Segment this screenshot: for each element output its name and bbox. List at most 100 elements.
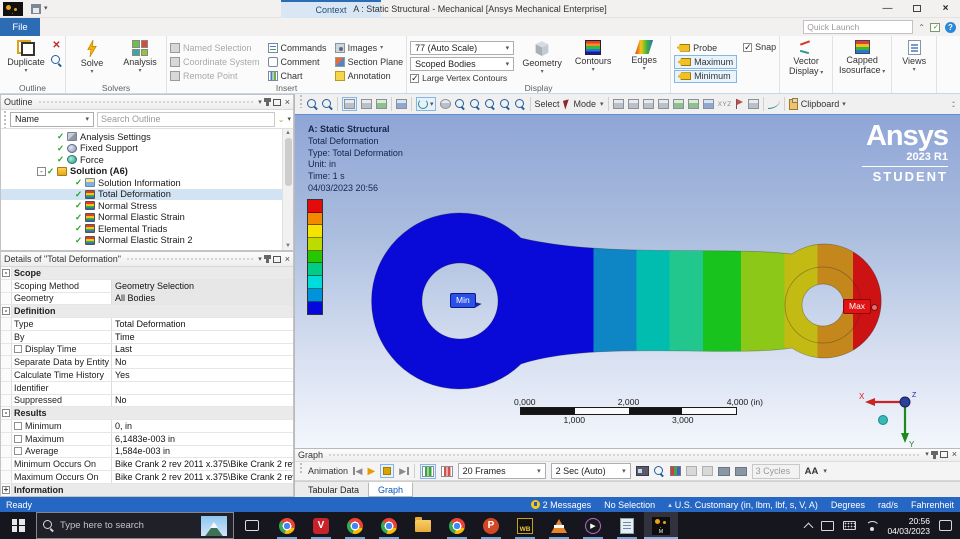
details-section-toggle[interactable] <box>1 330 12 343</box>
expand-graph-icon[interactable] <box>717 466 730 476</box>
probe-flag-icon[interactable] <box>735 99 744 109</box>
cycles-input[interactable] <box>751 463 800 479</box>
wifi-icon[interactable] <box>865 521 878 531</box>
help-icon[interactable]: ? <box>945 21 956 33</box>
remote-point-button[interactable]: Remote Point <box>170 69 260 82</box>
details-row[interactable]: Average 1,584e-003 in <box>1 445 293 459</box>
contours-button[interactable]: Contours ▾ <box>570 38 616 83</box>
feedback-icon[interactable] <box>930 22 940 32</box>
taskbar-app-chrome-2[interactable] <box>338 512 372 539</box>
duplicate-button[interactable]: Duplicate ▾ <box>3 38 49 83</box>
select-element-face-icon[interactable] <box>702 99 714 109</box>
details-value[interactable] <box>66 484 294 496</box>
details-checkbox[interactable] <box>14 345 22 354</box>
result-scale-select[interactable]: 77 (Auto Scale) ▾ <box>410 41 515 55</box>
details-checkbox[interactable] <box>14 434 22 443</box>
weather-widget-icon[interactable] <box>201 515 227 536</box>
details-row[interactable]: Minimum Occurs On Bike Crank 2 rev 2011 … <box>1 458 293 471</box>
outline-tree-item[interactable]: Normal Elastic Strain <box>1 212 293 224</box>
details-section-toggle[interactable]: - <box>1 305 12 317</box>
start-button[interactable] <box>0 512 36 539</box>
close-panel-icon[interactable]: × <box>285 254 290 264</box>
coordinate-system-button[interactable]: Coordinate System <box>170 55 260 68</box>
frames-select[interactable]: 20 Frames ▾ <box>457 463 546 480</box>
details-value[interactable]: Yes <box>112 369 293 381</box>
tree-expander-icon[interactable] <box>47 155 56 164</box>
tree-expander-icon[interactable] <box>65 178 74 187</box>
details-row[interactable]: Display Time Last <box>1 343 293 357</box>
details-value[interactable]: Last <box>112 344 293 356</box>
details-section-toggle[interactable] <box>1 292 12 305</box>
zoom-next-icon[interactable] <box>514 98 526 110</box>
select-cursor-icon[interactable] <box>562 98 571 110</box>
find-in-outline-icon[interactable] <box>51 55 62 66</box>
outline-tree-item[interactable]: Force <box>1 154 293 166</box>
temperature-units-status[interactable]: Fahrenheit <box>911 500 954 510</box>
details-checkbox[interactable] <box>14 447 22 456</box>
details-row[interactable]: - Scope <box>1 267 293 280</box>
details-row[interactable]: Maximum Occurs On Bike Crank 2 rev 2011 … <box>1 471 293 484</box>
taskbar-app-chrome-4[interactable] <box>440 512 474 539</box>
vector-display-button[interactable]: Vector Display ▾ <box>783 38 829 83</box>
outline-tree-item[interactable]: Analysis Settings <box>1 131 293 143</box>
details-value[interactable]: All Bodies <box>112 292 293 305</box>
zoom-in-icon[interactable] <box>307 98 318 110</box>
select-vertex-icon[interactable] <box>612 99 624 109</box>
details-section-toggle[interactable] <box>1 420 12 432</box>
tree-expander-icon[interactable]: - <box>37 166 46 176</box>
details-value[interactable]: Total Deformation <box>112 318 293 330</box>
details-value[interactable]: 0, in <box>112 420 293 432</box>
taskbar-app-explorer[interactable] <box>406 512 440 539</box>
pan-mode-icon[interactable] <box>439 99 451 109</box>
taskbar-app-notepad[interactable] <box>610 512 644 539</box>
geometry-display-button[interactable]: Geometry ▾ <box>519 38 565 83</box>
save-icon[interactable] <box>31 3 41 14</box>
taskbar-app-powerpoint[interactable]: P <box>474 512 508 539</box>
ribbon-tab[interactable] <box>170 18 196 36</box>
details-section-toggle[interactable] <box>1 458 12 470</box>
mode-button[interactable]: Mode <box>574 99 597 109</box>
outline-tree-item[interactable]: - Solution (A6) <box>1 166 293 178</box>
taskbar-app-chrome-3[interactable] <box>372 512 406 539</box>
select-face-icon[interactable] <box>642 99 654 109</box>
duration-select[interactable]: 2 Sec (Auto) ▾ <box>550 463 631 480</box>
details-row[interactable]: By Time <box>1 330 293 344</box>
ribbon-tab[interactable] <box>118 18 144 36</box>
details-value[interactable]: Geometry Selection <box>112 279 293 292</box>
details-value[interactable] <box>58 305 294 317</box>
details-value[interactable]: 1,584e-003 in <box>112 446 293 458</box>
details-value[interactable] <box>49 407 293 419</box>
taskbar-search[interactable]: Type here to search <box>36 512 234 539</box>
details-row[interactable]: Calculate Time History Yes <box>1 369 293 382</box>
details-section-toggle[interactable] <box>1 394 12 407</box>
details-row[interactable]: - Results <box>1 407 293 420</box>
zoom-mode-icon[interactable] <box>454 98 466 110</box>
drag-handle[interactable] <box>299 461 303 475</box>
quick-launch-input[interactable] <box>803 20 914 34</box>
details-section-toggle[interactable] <box>1 318 12 330</box>
max-probe-tag[interactable]: Max <box>843 299 879 314</box>
outline-tree-item[interactable]: Total Deformation <box>1 188 293 200</box>
font-size-button[interactable]: AA <box>805 466 819 477</box>
details-section-toggle[interactable] <box>1 343 12 356</box>
panel-menu-icon[interactable]: ▾ <box>258 256 262 263</box>
details-row[interactable]: + Information <box>1 483 294 496</box>
details-value[interactable] <box>43 267 293 279</box>
details-row[interactable]: Identifier <box>1 381 293 395</box>
taskbar-app-chrome[interactable] <box>270 512 304 539</box>
details-section-toggle[interactable]: - <box>1 407 12 419</box>
details-section-toggle[interactable] <box>1 432 12 445</box>
tree-expander-icon[interactable] <box>47 132 56 141</box>
box-zoom-icon[interactable] <box>469 98 481 110</box>
restore-button[interactable] <box>902 0 931 17</box>
select-body-icon[interactable] <box>657 99 669 109</box>
pin-icon[interactable] <box>930 450 938 459</box>
select-element-icon[interactable] <box>687 99 699 109</box>
taskbar-app-workbench[interactable]: WB <box>508 512 542 539</box>
outline-tree-item[interactable]: Solution Information <box>1 177 293 189</box>
task-view-button[interactable] <box>234 512 270 539</box>
ribbon-tab[interactable] <box>66 18 92 36</box>
details-section-toggle[interactable] <box>1 381 12 394</box>
details-section-toggle[interactable] <box>1 356 12 368</box>
details-section-toggle[interactable]: - <box>1 267 12 279</box>
